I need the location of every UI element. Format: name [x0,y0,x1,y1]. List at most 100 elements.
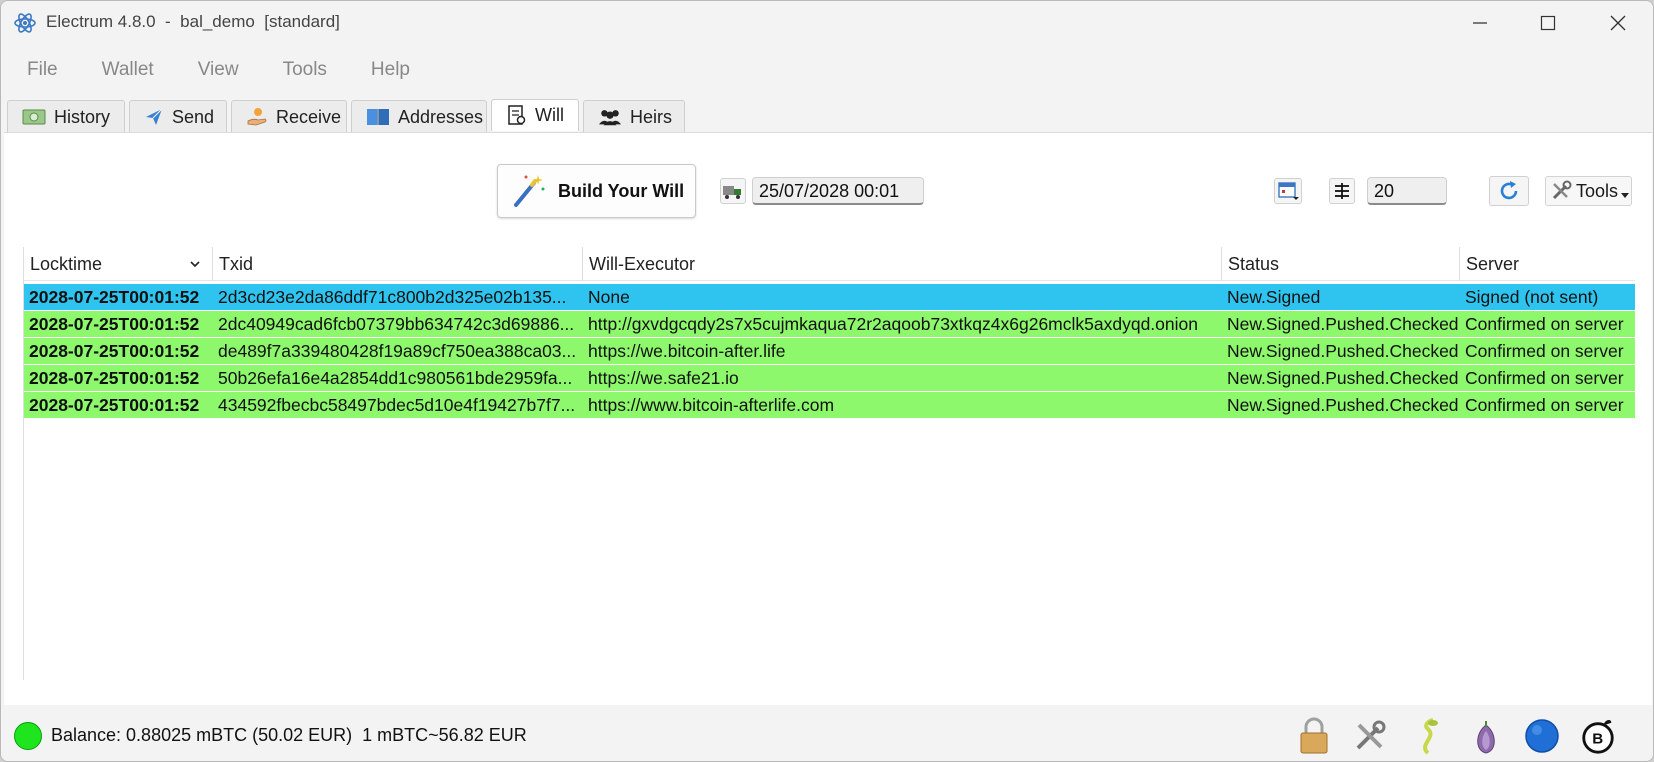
tor-onion-icon[interactable] [1467,717,1505,755]
tab-receive[interactable]: Receive [231,100,347,133]
people-icon [598,106,622,128]
will-table: Locktime Txid Will-Executor Status Serve… [23,247,1635,680]
locktime-picker-button[interactable] [720,178,746,204]
cell-server: Confirmed on server [1465,314,1624,334]
fee-icon [1335,183,1349,199]
menu-help[interactable]: Help [355,53,426,87]
electrum-window: Electrum 4.8.0 - bal_demo [standard] Fil… [0,0,1654,762]
menu-bar: File Wallet View Tools Help [1,53,1653,87]
fee-rate-button[interactable] [1329,178,1355,204]
column-header-will-executor[interactable]: Will-Executor [583,247,1222,281]
tools-dropdown-button[interactable]: Tools [1545,176,1632,206]
locktime-field[interactable]: 25/07/2028 00:01 [752,177,924,205]
cell-will-executor: https://we.bitcoin-after.life [588,341,786,361]
status-bar: Balance: 0.88025 mBTC (50.02 EUR) 1 mBTC… [1,705,1653,761]
table-row[interactable]: 2028-07-25T00:01:52 434592fbecbc58497bde… [24,392,1635,418]
build-your-will-button[interactable]: Build Your Will [497,164,696,218]
menu-view[interactable]: View [182,53,255,87]
lock-icon[interactable] [1295,717,1333,755]
seed-icon[interactable] [1409,717,1447,755]
will-document-icon [506,104,527,127]
build-your-will-label: Build Your Will [558,180,685,201]
tab-send[interactable]: Send [129,100,227,133]
cell-txid: 434592fbecbc58497bdec5d10e4f19427b7f7... [218,395,576,415]
cell-txid: 2d3cd23e2da86ddf71c800b2d325e02b135... [218,287,567,307]
money-icon [22,106,46,128]
fee-rate-field[interactable]: 20 [1367,177,1447,205]
cell-locktime: 2028-07-25T00:01:52 [29,314,200,334]
cell-will-executor: None [588,287,630,307]
network-status-icon[interactable] [1523,717,1561,755]
cell-status: New.Signed.Pushed.Checked [1227,341,1459,361]
table-header: Locktime Txid Will-Executor Status Serve… [24,247,1635,281]
cell-will-executor: http://gxvdgcqdy2s7x5cujmkaqua72r2aqoob7… [588,314,1198,334]
tab-will[interactable]: Will [491,99,579,131]
menu-tools[interactable]: Tools [267,53,343,87]
svg-text:B: B [1592,731,1603,748]
paper-plane-icon [144,106,164,128]
tab-heirs[interactable]: Heirs [583,100,685,133]
column-header-status[interactable]: Status [1222,247,1460,281]
sort-chevron-icon [190,261,200,268]
magic-wand-icon [514,175,545,207]
cell-status: New.Signed.Pushed.Checked [1227,368,1459,388]
title-bar: Electrum 4.8.0 - bal_demo [standard] [1,1,1653,45]
tab-addresses[interactable]: Addresses [351,100,487,133]
cell-locktime: 2028-07-25T00:01:52 [29,341,200,361]
preferences-tools-icon[interactable] [1351,717,1389,755]
table-row[interactable]: 2028-07-25T00:01:52 2dc40949cad6fcb07379… [24,311,1635,337]
cell-txid: de489f7a339480428f19a89cf750ea388ca03... [218,341,577,361]
cell-server: Confirmed on server [1465,395,1624,415]
connection-status-indicator[interactable] [14,722,42,750]
tab-history-label: History [54,106,111,127]
cell-locktime: 2028-07-25T00:01:52 [29,395,200,415]
tab-history[interactable]: History [7,100,125,133]
table-row[interactable]: 2028-07-25T00:01:52 2d3cd23e2da86ddf71c8… [24,284,1635,310]
cell-server: Confirmed on server [1465,341,1624,361]
column-header-server[interactable]: Server [1460,247,1635,281]
cell-server: Confirmed on server [1465,368,1624,388]
cell-will-executor: https://we.safe21.io [588,368,739,388]
tab-receive-label: Receive [276,106,342,127]
tab-addresses-label: Addresses [398,106,484,127]
tab-bar: History Send Receive Addresses Will Heir… [7,99,689,133]
truck-icon [723,186,741,199]
tab-will-label: Will [535,105,564,125]
electrum-logo-icon [14,13,36,33]
cell-server: Signed (not sent) [1465,287,1599,307]
tools-icon [1552,180,1572,200]
cell-status: New.Signed.Pushed.Checked [1227,395,1459,415]
cell-locktime: 2028-07-25T00:01:52 [29,287,200,307]
cell-will-executor: https://www.bitcoin-afterlife.com [588,395,835,415]
cell-locktime: 2028-07-25T00:01:52 [29,368,200,388]
column-header-txid[interactable]: Txid [213,247,583,281]
close-button[interactable] [1595,7,1641,39]
tab-heirs-label: Heirs [630,106,673,127]
tab-send-label: Send [172,106,215,127]
minimize-icon [1473,22,1487,24]
maximize-icon [1540,15,1556,31]
close-icon [1610,15,1626,31]
column-header-locktime[interactable]: Locktime [24,247,213,281]
maximize-button[interactable] [1525,7,1571,39]
calendar-dropdown-button[interactable] [1274,178,1302,204]
bal-plugin-icon[interactable]: B [1579,717,1617,755]
cell-status: New.Signed.Pushed.Checked [1227,314,1459,334]
balance-text: Balance: 0.88025 mBTC (50.02 EUR) 1 mBTC… [51,725,527,745]
hand-coin-icon [246,106,268,128]
table-row[interactable]: 2028-07-25T00:01:52 de489f7a339480428f19… [24,338,1635,364]
book-icon [366,106,390,128]
cell-txid: 2dc40949cad6fcb07379bb634742c3d69886... [218,314,575,334]
table-row[interactable]: 2028-07-25T00:01:52 50b26efa16e4a2854dd1… [24,365,1635,391]
refresh-button[interactable] [1489,176,1529,206]
window-title: Electrum 4.8.0 - bal_demo [standard] [46,12,340,31]
chevron-down-icon [1621,193,1630,198]
cell-status: New.Signed [1227,287,1321,307]
menu-wallet[interactable]: Wallet [86,53,170,87]
column-header-locktime-label: Locktime [30,254,103,274]
menu-file[interactable]: File [11,53,74,87]
minimize-button[interactable] [1457,7,1503,39]
will-tab-content: Build Your Will 25/07/2028 00:01 20 Tool… [4,132,1652,705]
tools-label: Tools [1576,180,1619,201]
calendar-icon [1278,182,1299,200]
